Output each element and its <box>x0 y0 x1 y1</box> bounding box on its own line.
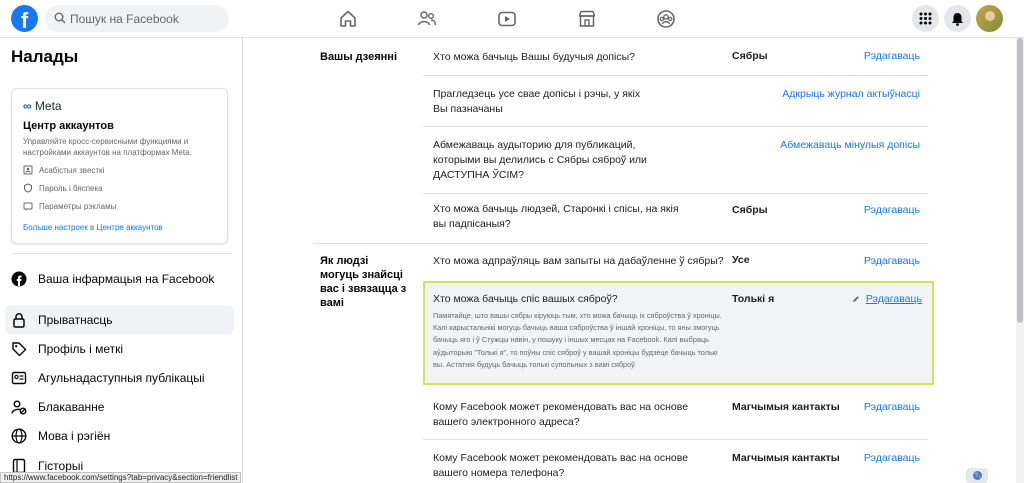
sidebar-divider <box>11 253 232 254</box>
sidebar-item-label: Агульнадаступныя публікацыі <box>38 370 205 385</box>
tag-icon <box>10 340 28 358</box>
setting-question: Хто можа бачыць спіс вашых сяброў? <box>433 293 618 305</box>
setting-question: Хто можа бачыць Вашы будучыя допісы? <box>433 51 636 63</box>
setting-question: Кому Facebook может рекомендовать вас на… <box>433 452 689 479</box>
accounts-item-label: Пароль і бяспека <box>39 183 103 193</box>
top-navigation-bar: f <box>0 0 1024 38</box>
setting-value: Усе <box>732 254 750 266</box>
marketplace-icon[interactable] <box>576 8 598 30</box>
row-divider <box>423 439 928 440</box>
scrollbar-thumb[interactable] <box>1017 38 1023 323</box>
edit-friends-list-link[interactable]: Рэдагаваць <box>852 293 922 305</box>
accounts-center-card[interactable]: ∞ Meta Центр аккаунтов Управляйте кросс-… <box>11 88 228 244</box>
setting-question: Кому Facebook может рекомендовать вас на… <box>433 401 689 428</box>
accounts-center-title: Центр аккаунтов <box>23 120 114 132</box>
search-input[interactable] <box>70 5 220 32</box>
edit-friend-requests-link[interactable]: Рэдагаваць <box>864 255 920 267</box>
meta-logo: ∞ Meta <box>23 99 62 113</box>
sidebar-item-label: Профіль і меткі <box>38 341 124 356</box>
limit-past-posts-link[interactable]: Абмежаваць мінулыя допісы <box>780 139 920 151</box>
setting-question: Абмежаваць аудыторию для публикаций, кот… <box>433 139 647 181</box>
sidebar-item-blocking[interactable]: Блакаванне <box>5 392 234 421</box>
edit-phone-lookup-link[interactable]: Рэдагаваць <box>864 452 920 464</box>
personal-info-icon <box>23 165 33 175</box>
globe-icon <box>10 427 28 445</box>
section-your-activity: Вашы дзеянні <box>320 51 397 63</box>
activity-log-link[interactable]: Адкрыць журнал актыўнасці <box>782 88 920 100</box>
settings-sidebar: Налады ∞ Meta Центр аккаунтов Управляйте… <box>0 38 243 483</box>
blocking-icon <box>10 398 28 416</box>
setting-value: Магчымыя кантакты <box>732 401 840 413</box>
edit-future-posts-link[interactable]: Рэдагаваць <box>864 50 920 62</box>
groups-icon[interactable] <box>655 8 677 30</box>
edit-label: Рэдагаваць <box>865 293 922 305</box>
facebook-icon <box>10 270 28 288</box>
setting-question: Хто можа бачыць людзей, Старонкі і спісы… <box>433 203 679 230</box>
ads-icon <box>23 202 33 211</box>
accounts-item-ad-preferences[interactable]: Параметры рэкламы <box>23 201 116 211</box>
accounts-item-label: Параметры рэкламы <box>39 201 117 211</box>
sidebar-title: Налады <box>11 47 79 66</box>
page-scrollbar[interactable] <box>1016 38 1024 483</box>
setting-question: Хто можа адпраўляць вам запыты на дабаўл… <box>433 255 724 267</box>
search-box[interactable] <box>45 5 229 32</box>
sidebar-item-language-region[interactable]: Мова і рэгіён <box>5 421 234 450</box>
accounts-item-password-security[interactable]: Пароль і бяспека <box>23 183 103 193</box>
setting-value: Сябры <box>732 204 768 216</box>
accounts-center-link[interactable]: Больше настроек в Центре аккаунтов <box>23 223 163 232</box>
sidebar-item-label: Ваша інфармацыя на Facebook <box>38 271 215 286</box>
accounts-item-personal-info[interactable]: Асабістыя звесткі <box>23 165 104 175</box>
friends-list-setting-expanded: Хто можа бачыць спіс вашых сяброў? Памят… <box>423 281 934 385</box>
section-divider <box>313 243 928 244</box>
search-icon <box>54 12 66 24</box>
globe-icon <box>972 471 982 480</box>
row-divider <box>423 126 928 127</box>
accounts-center-description: Управляйте кросс-сервисными функциями и … <box>23 137 192 157</box>
sidebar-item-privacy[interactable]: Прыватнасць <box>5 305 234 334</box>
menu-grid-button[interactable] <box>912 5 939 32</box>
pencil-icon <box>852 296 859 302</box>
row-divider <box>423 75 928 76</box>
sidebar-item-public-posts[interactable]: Агульнадаступныя публікацыі <box>5 363 234 392</box>
edit-email-lookup-link[interactable]: Рэдагаваць <box>864 401 920 413</box>
video-icon[interactable] <box>496 8 518 30</box>
accounts-item-label: Асабістыя звесткі <box>39 165 105 175</box>
setting-value: Толькі я <box>732 293 775 305</box>
home-icon[interactable] <box>337 8 359 30</box>
shield-icon <box>24 183 32 193</box>
friends-icon[interactable] <box>416 8 438 30</box>
menu-grid-icon <box>919 12 932 25</box>
lock-icon <box>10 311 28 329</box>
notifications-icon <box>952 12 963 26</box>
browser-status-url: https://www.facebook.com/settings?tab=pr… <box>0 472 242 483</box>
sidebar-item-profile-tagging[interactable]: Профіль і меткі <box>5 334 234 363</box>
notifications-button[interactable] <box>944 5 971 32</box>
setting-value: Магчымыя кантакты <box>732 452 840 464</box>
sidebar-item-label: Прыватнасць <box>38 312 113 327</box>
sidebar-item-label: Гісторыі <box>38 458 84 473</box>
setting-description: Памятайце, што вашы сябры кіруюць тым, х… <box>433 311 722 369</box>
sidebar-item-label: Блакаванне <box>38 399 105 414</box>
sidebar-item-your-information[interactable]: Ваша інфармацыя на Facebook <box>5 264 234 293</box>
language-globe-button[interactable] <box>966 468 988 483</box>
meta-infinity-icon: ∞ <box>23 99 32 113</box>
avatar[interactable] <box>976 5 1003 32</box>
setting-question: Прагледзець усе свае допісы і рэчы, у як… <box>433 88 641 115</box>
public-posts-icon <box>10 369 28 387</box>
facebook-logo[interactable]: f <box>11 5 38 32</box>
row-divider <box>423 193 928 194</box>
section-find-contact: Як людзі могуць знайсці вас і звязацца з… <box>320 255 407 309</box>
setting-value: Сябры <box>732 50 768 62</box>
privacy-settings-panel: Вашы дзеянні Хто можа бачыць Вашы будучы… <box>243 38 1024 483</box>
sidebar-item-label: Мова і рэгіён <box>38 428 111 443</box>
edit-following-link[interactable]: Рэдагаваць <box>864 204 920 216</box>
